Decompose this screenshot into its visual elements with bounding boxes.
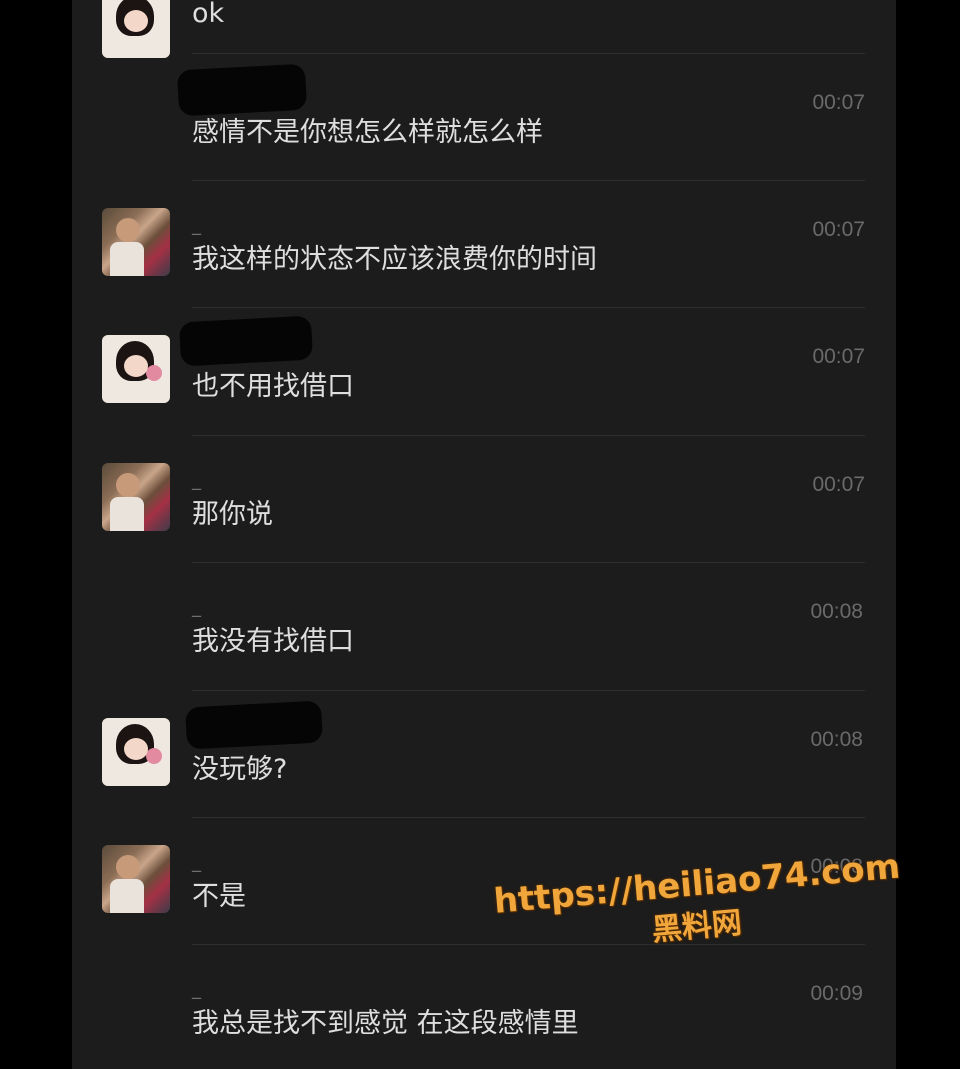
message-item[interactable]: _ 那你说 00:07 <box>72 435 896 562</box>
message-time: 00:07 <box>812 473 865 496</box>
avatar-decoration <box>146 748 162 764</box>
avatar[interactable] <box>102 718 170 786</box>
message-time: 00:07 <box>812 91 865 114</box>
message-text: 那你说 <box>192 499 273 530</box>
avatar-decoration <box>146 365 162 381</box>
message-text: 我这样的状态不应该浪费你的时间 <box>192 244 597 275</box>
avatar[interactable] <box>102 845 170 913</box>
message-time: 00:09 <box>810 982 863 1005</box>
avatar[interactable] <box>102 0 170 58</box>
message-time: 00:08 <box>810 600 863 623</box>
redacted-name <box>176 63 308 117</box>
message-item[interactable]: ok <box>72 0 896 58</box>
message-text: ok <box>192 0 225 29</box>
avatar[interactable] <box>102 335 170 403</box>
sender-name: _ <box>192 852 201 873</box>
message-text: 我总是找不到感觉 在这段感情里 <box>192 1008 579 1039</box>
message-text: 不是 <box>192 881 246 912</box>
redacted-name <box>178 315 314 367</box>
message-text: 我没有找借口 <box>192 626 354 657</box>
message-time: 00:07 <box>812 218 865 241</box>
redacted-name <box>184 700 324 750</box>
sender-name: _ <box>192 470 201 491</box>
message-time: 00:08 <box>810 728 863 751</box>
message-text: 感情不是你想怎么样就怎么样 <box>192 117 543 148</box>
message-text: 也不用找借口 <box>192 371 354 402</box>
sender-name: _ <box>192 215 201 236</box>
message-item[interactable]: 没玩够? 00:08 <box>72 690 896 817</box>
message-time: 00:07 <box>812 345 865 368</box>
message-item[interactable]: _ 我没有找借口 00:08 <box>72 562 896 689</box>
sender-name: _ <box>192 597 201 618</box>
sender-name: _ <box>192 979 201 1000</box>
message-text: 没玩够? <box>192 754 288 785</box>
message-item[interactable]: 感情不是你想怎么样就怎么样 00:07 <box>72 53 896 180</box>
message-item[interactable]: _ 我这样的状态不应该浪费你的时间 00:07 <box>72 180 896 307</box>
avatar[interactable] <box>102 463 170 531</box>
avatar[interactable] <box>102 208 170 276</box>
message-item[interactable]: 也不用找借口 00:07 <box>72 307 896 434</box>
